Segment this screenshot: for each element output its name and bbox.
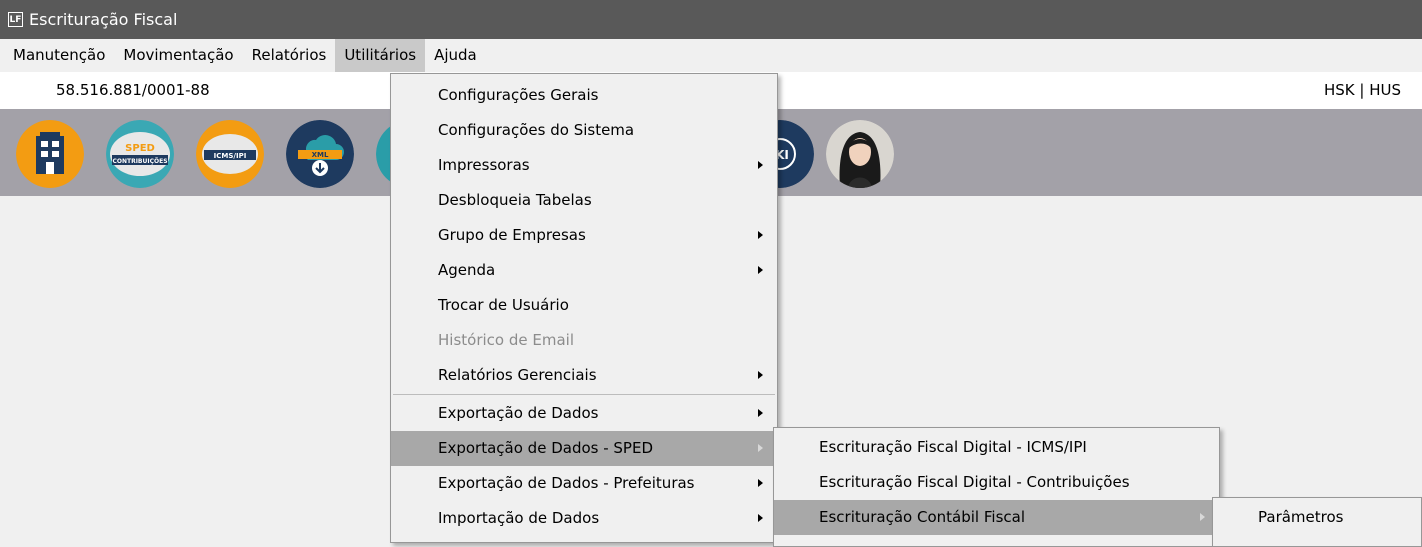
xml-label: XML <box>312 151 329 159</box>
menu-utilitarios[interactable]: Utilitários <box>335 39 426 72</box>
menu-item-configuracoes-sistema[interactable]: Configurações do Sistema <box>391 113 777 148</box>
ecf-submenu: Parâmetros <box>1212 497 1422 547</box>
submenu-arrow-icon <box>758 371 763 379</box>
menu-item-exportacao-dados[interactable]: Exportação de Dados <box>391 396 777 431</box>
submenu-arrow-icon <box>1200 513 1205 521</box>
building-icon[interactable] <box>16 120 84 188</box>
sped-contribuicoes-icon[interactable]: SPED CONTRIBUIÇÕES <box>106 120 174 188</box>
menu-item-efd-contribuicoes[interactable]: Escrituração Fiscal Digital - Contribuiç… <box>774 465 1219 500</box>
user-avatar[interactable] <box>826 120 894 188</box>
window-title: Escrituração Fiscal <box>29 10 178 29</box>
menu-item-label: Desbloqueia Tabelas <box>438 191 592 209</box>
title-bar: LF Escrituração Fiscal <box>0 0 1422 39</box>
menu-item-label: Escrituração Fiscal Digital - ICMS/IPI <box>819 438 1087 456</box>
menu-item-grupo-empresas[interactable]: Grupo de Empresas <box>391 218 777 253</box>
icms-label: ICMS/IPI <box>214 152 247 160</box>
menu-item-trocar-usuario[interactable]: Trocar de Usuário <box>391 288 777 323</box>
icms-ipi-icon[interactable]: ICMS/IPI <box>196 120 264 188</box>
submenu-arrow-icon <box>758 161 763 169</box>
menu-item-agenda[interactable]: Agenda <box>391 253 777 288</box>
submenu-arrow-icon <box>758 409 763 417</box>
menu-item-label: Exportação de Dados - Prefeituras <box>438 474 695 492</box>
current-user: HSK | HUS <box>1324 81 1402 99</box>
utilitarios-menu: Configurações Gerais Configurações do Si… <box>390 73 778 543</box>
menu-ajuda[interactable]: Ajuda <box>425 39 486 72</box>
menu-item-historico-email: Histórico de Email <box>391 323 777 358</box>
menu-item-label: Trocar de Usuário <box>438 296 569 314</box>
menu-item-label: Impressoras <box>438 156 530 174</box>
app-icon: LF <box>8 12 23 27</box>
menu-item-configuracoes-gerais[interactable]: Configurações Gerais <box>391 78 777 113</box>
sped-line1: SPED <box>125 143 155 154</box>
menu-item-desbloqueia-tabelas[interactable]: Desbloqueia Tabelas <box>391 183 777 218</box>
menu-item-label: Exportação de Dados - SPED <box>438 439 653 457</box>
sped-submenu: Escrituração Fiscal Digital - ICMS/IPI E… <box>773 427 1220 547</box>
menu-item-label: Parâmetros <box>1258 508 1344 526</box>
submenu-arrow-icon <box>758 479 763 487</box>
menu-item-impressoras[interactable]: Impressoras <box>391 148 777 183</box>
menu-manutencao[interactable]: Manutenção <box>0 39 114 72</box>
menu-item-label: Configurações do Sistema <box>438 121 635 139</box>
menu-item-label: Configurações Gerais <box>438 86 599 104</box>
menu-item-efd-icms-ipi[interactable]: Escrituração Fiscal Digital - ICMS/IPI <box>774 430 1219 465</box>
menu-item-exportacao-dados-sped[interactable]: Exportação de Dados - SPED <box>391 431 777 466</box>
menu-item-parametros[interactable]: Parâmetros <box>1213 500 1421 535</box>
submenu-arrow-icon <box>758 514 763 522</box>
menu-item-label: Histórico de Email <box>438 331 574 349</box>
menu-item-label: Escrituração Fiscal Digital - Contribuiç… <box>819 473 1130 491</box>
menu-item-label: Exportação de Dados <box>438 404 599 422</box>
menu-item-label: Grupo de Empresas <box>438 226 586 244</box>
menu-item-relatorios-gerenciais[interactable]: Relatórios Gerenciais <box>391 358 777 393</box>
menu-relatorios[interactable]: Relatórios <box>243 39 336 72</box>
submenu-arrow-icon <box>758 231 763 239</box>
sped-line2: CONTRIBUIÇÕES <box>112 158 167 165</box>
submenu-arrow-icon <box>758 266 763 274</box>
menu-item-label: Agenda <box>438 261 496 279</box>
menu-item-ecf[interactable]: Escrituração Contábil Fiscal <box>774 500 1219 535</box>
company-cnpj: 58.516.881/0001-88 <box>56 81 210 99</box>
menu-separator <box>393 394 775 395</box>
menu-item-label: Relatórios Gerenciais <box>438 366 597 384</box>
menu-bar: Manutenção Movimentação Relatórios Utili… <box>0 39 1422 72</box>
menu-movimentacao[interactable]: Movimentação <box>114 39 242 72</box>
menu-item-label: Escrituração Contábil Fiscal <box>819 508 1025 526</box>
menu-item-exportacao-dados-prefeituras[interactable]: Exportação de Dados - Prefeituras <box>391 466 777 501</box>
submenu-arrow-icon <box>758 444 763 452</box>
xml-download-icon[interactable]: XML <box>286 120 354 188</box>
